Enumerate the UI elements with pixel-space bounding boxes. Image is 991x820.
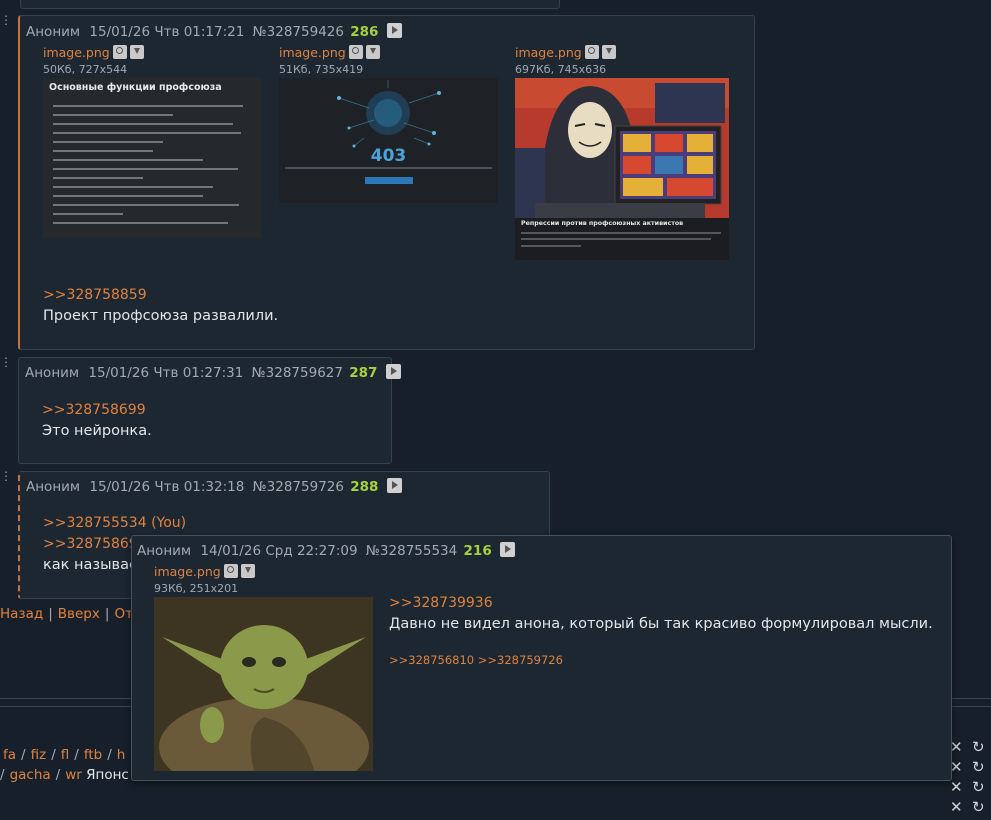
play-icon[interactable] — [386, 478, 402, 493]
play-icon[interactable] — [386, 23, 402, 38]
file-link[interactable]: image.png — [279, 45, 380, 60]
post-header: Аноним 15/01/26 Чтв 01:17:21 №328759426 … — [26, 23, 402, 40]
post-328759426: Аноним 15/01/26 Чтв 01:17:21 №328759426 … — [18, 15, 755, 350]
post-number: 287 — [349, 365, 378, 381]
reply-link[interactable]: >>328739936 — [389, 595, 493, 611]
yoda-illustration — [154, 597, 373, 771]
refresh-icon[interactable]: ↻ — [972, 798, 985, 816]
post-number: 286 — [350, 24, 379, 40]
board-link[interactable]: fiz — [31, 747, 47, 763]
board-link[interactable]: fa — [3, 747, 16, 763]
play-icon[interactable] — [500, 542, 516, 557]
post-datetime: 15/01/26 Чтв 01:27:31 — [88, 365, 244, 381]
board-list-row2: / gacha / wr Японс — [0, 767, 129, 783]
thumb-caption: Репрессии против профсоюзных активистов — [521, 220, 684, 227]
file-name[interactable]: image.png — [515, 45, 582, 60]
previous-post-edge — [20, 0, 560, 9]
post-author: Аноним — [26, 24, 81, 40]
search-image-icon[interactable] — [223, 564, 238, 578]
close-icon[interactable]: ✕ — [950, 798, 963, 816]
image-thumbnail-union-functions[interactable]: Основные функции профсоюза — [43, 78, 261, 238]
board-link[interactable]: ftb — [84, 747, 102, 763]
reply-link[interactable]: >>32875869 — [43, 536, 138, 552]
thumb-bullets — [53, 102, 253, 231]
thumb-title: Основные функции профсоюза — [49, 82, 222, 93]
post-id[interactable]: №328759726 — [253, 479, 344, 495]
download-icon[interactable] — [129, 45, 144, 59]
post-328759627: Аноним 15/01/26 Чтв 01:27:31 №328759627 … — [18, 357, 401, 464]
post-datetime: 14/01/26 Срд 22:27:09 — [200, 543, 358, 559]
download-icon[interactable] — [240, 564, 255, 578]
board-link[interactable]: wr — [65, 767, 82, 783]
refresh-icon[interactable]: ↻ — [972, 738, 985, 756]
back-button-thumb: Вернуться на главную — [365, 177, 413, 184]
error-code: 403 — [370, 146, 407, 166]
file-meta: 697Кб, 745x636 — [515, 63, 607, 76]
post-datetime: 15/01/26 Чтв 01:17:21 — [89, 24, 245, 40]
post-id[interactable]: №328759627 — [252, 365, 343, 381]
hacker-illustration — [515, 78, 729, 218]
post-id[interactable]: №328759426 — [253, 24, 344, 40]
download-icon[interactable] — [365, 45, 380, 59]
post-text: Проект профсоюза развалили. — [43, 308, 279, 324]
play-icon[interactable] — [385, 364, 401, 379]
post-menu-dots[interactable]: ⋮ — [0, 469, 12, 483]
refresh-icon[interactable]: ↻ — [972, 778, 985, 796]
board-link[interactable]: h — [117, 747, 126, 763]
board-description: Японс — [86, 767, 129, 783]
post-author: Аноним — [26, 479, 81, 495]
backlink[interactable]: >>328756810 — [389, 653, 474, 667]
post-header: Аноним 14/01/26 Срд 22:27:09 №328755534 … — [137, 542, 516, 559]
file-meta: 51Кб, 735x419 — [279, 63, 364, 76]
download-icon[interactable] — [601, 45, 616, 59]
file-link[interactable]: image.png — [43, 45, 144, 60]
backlink[interactable]: >>328759726 — [478, 653, 563, 667]
search-image-icon[interactable] — [348, 45, 363, 59]
file-name[interactable]: image.png — [279, 45, 346, 60]
board-list-row1: fa / fiz / fl / ftb / h — [3, 747, 126, 763]
network-illustration — [337, 80, 441, 148]
backlinks: >>328756810 >>328759726 — [389, 653, 563, 667]
file-link[interactable]: image.png — [515, 45, 616, 60]
nav-back-link[interactable]: Назад — [0, 606, 43, 622]
search-image-icon[interactable] — [112, 45, 127, 59]
post-datetime: 15/01/26 Чтв 01:32:18 — [89, 479, 245, 495]
close-icon[interactable]: ✕ — [950, 778, 963, 796]
image-thumbnail-repressions[interactable]: Репрессии против профсоюзных активистов — [515, 78, 729, 260]
thread-nav: Назад | Вверх | Отп — [0, 606, 142, 622]
board-link[interactable]: gacha — [10, 767, 51, 783]
image-thumbnail-yoda[interactable] — [154, 597, 373, 771]
search-image-icon[interactable] — [584, 45, 599, 59]
post-preview-popup: Аноним 14/01/26 Срд 22:27:09 №328755534 … — [131, 535, 952, 781]
post-menu-dots[interactable]: ⋮ — [0, 355, 12, 369]
file-name[interactable]: image.png — [154, 564, 221, 579]
post-author: Аноним — [137, 543, 192, 559]
post-header: Аноним 15/01/26 Чтв 01:27:31 №328759627 … — [25, 364, 401, 381]
reply-link-you[interactable]: >>328755534 (You) — [43, 515, 186, 531]
file-meta: 50Кб, 727x544 — [43, 63, 128, 76]
post-number: 216 — [463, 543, 492, 559]
post-author: Аноним — [25, 365, 80, 381]
post-menu-dots[interactable]: ⋮ — [0, 13, 12, 27]
post-text: Давно не видел анона, который бы так кра… — [389, 616, 933, 632]
post-number: 288 — [350, 479, 379, 495]
file-link[interactable]: image.png — [154, 564, 255, 579]
file-name[interactable]: image.png — [43, 45, 110, 60]
reply-link[interactable]: >>328758699 — [42, 402, 146, 418]
refresh-icon[interactable]: ↻ — [972, 758, 985, 776]
post-text: как называе — [43, 557, 138, 573]
post-header: Аноним 15/01/26 Чтв 01:32:18 №328759726 … — [26, 478, 402, 495]
file-meta: 93Кб, 251x201 — [154, 582, 239, 595]
reply-link[interactable]: >>328758859 — [43, 287, 147, 303]
nav-top-link[interactable]: Вверх — [58, 606, 100, 622]
image-thumbnail-403[interactable]: 403 Вернуться на главную — [279, 78, 498, 203]
board-link[interactable]: fl — [61, 747, 70, 763]
post-id[interactable]: №328755534 — [366, 543, 457, 559]
post-text: Это нейронка. — [42, 423, 152, 439]
